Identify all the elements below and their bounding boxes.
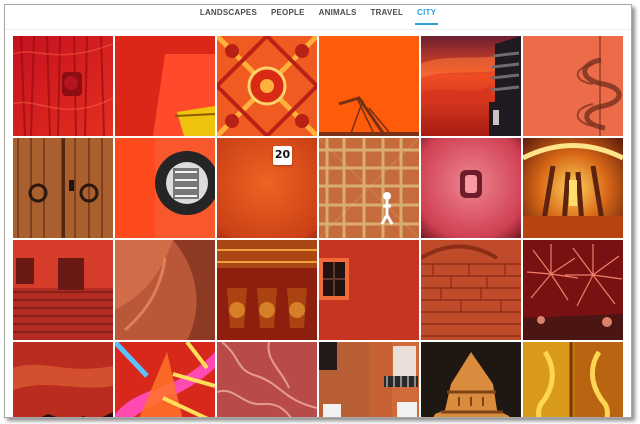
photo-round-window-orange[interactable] (115, 138, 215, 238)
photo-golden-hall[interactable] (523, 138, 623, 238)
photo-orange-house-windows[interactable] (319, 342, 419, 417)
photo-neon-abstract[interactable] (115, 342, 215, 417)
tab-people[interactable]: PEOPLE (268, 6, 308, 25)
photo-brick-arch[interactable] (421, 240, 521, 340)
photo-ornate-ceiling-pattern[interactable] (217, 36, 317, 136)
photo-bamboo-scaffold[interactable] (319, 138, 419, 238)
photo-orange-car-detail[interactable] (115, 36, 215, 136)
house-number-plate: 20 (273, 146, 292, 165)
photo-pink-wall-ornament[interactable] (421, 138, 521, 238)
tab-landscapes[interactable]: LANDSCAPES (197, 6, 260, 25)
photo-wooden-doors[interactable] (13, 138, 113, 238)
photo-temple-altars[interactable] (217, 240, 317, 340)
tab-city[interactable]: CITY (414, 6, 439, 25)
photo-fireworks[interactable] (523, 240, 623, 340)
photo-red-sky-silhouette[interactable] (13, 342, 113, 417)
photo-red-wood-door[interactable] (13, 36, 113, 136)
photo-golden-carving[interactable] (523, 342, 623, 417)
photo-red-facade-shutters[interactable] (13, 240, 113, 340)
photo-mud-architecture[interactable] (421, 342, 521, 417)
category-tabs: LANDSCAPES PEOPLE ANIMALS TRAVEL CITY (5, 5, 631, 30)
tab-animals[interactable]: ANIMALS (316, 6, 360, 25)
photo-house-number-20[interactable]: 20 (217, 138, 317, 238)
photo-sunset-tower[interactable] (421, 36, 521, 136)
photo-gallery-grid: 20 (13, 36, 623, 417)
photo-cracked-paint[interactable] (217, 342, 317, 417)
photo-red-wall-window[interactable] (319, 240, 419, 340)
photo-red-rock-canyon[interactable] (115, 240, 215, 340)
photo-spiral-stair-shadow[interactable] (523, 36, 623, 136)
photo-orange-sky-crane[interactable] (319, 36, 419, 136)
browser-window-frame: LANDSCAPES PEOPLE ANIMALS TRAVEL CITY 20 (4, 4, 632, 418)
tab-travel[interactable]: TRAVEL (367, 6, 406, 25)
